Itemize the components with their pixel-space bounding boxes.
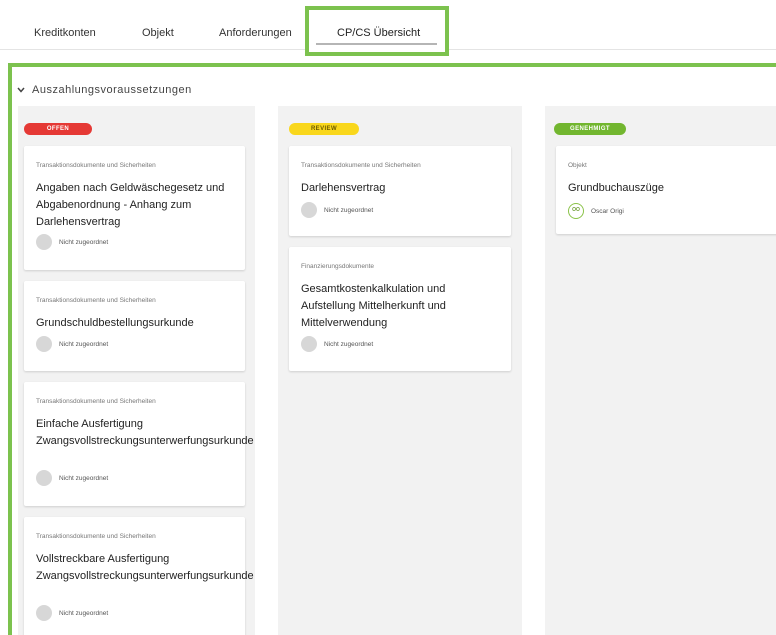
task-card[interactable]: Transaktionsdokumente und Sicherheiten G… — [24, 281, 245, 371]
card-category: Transaktionsdokumente und Sicherheiten — [36, 398, 156, 405]
section-title: Auszahlungsvoraussetzungen — [32, 84, 192, 96]
avatar — [36, 336, 52, 352]
card-title: Vollstreckbare Ausfertigung Zwangsvollst… — [36, 553, 254, 582]
section-toggle[interactable]: Auszahlungsvoraussetzungen — [16, 84, 192, 96]
avatar — [301, 336, 317, 352]
assignee-name: Nicht zugeordnet — [59, 474, 109, 482]
avatar — [36, 234, 52, 250]
assignee: Nicht zugeordnet — [301, 202, 373, 218]
avatar — [36, 605, 52, 621]
task-card[interactable]: Objekt Grundbuchauszüge OO Oscar Origi — [556, 146, 776, 234]
card-title: Grundbuchauszüge — [568, 182, 665, 194]
card-title: Darlehensvertrag — [301, 182, 386, 194]
task-card[interactable]: Transaktionsdokumente und Sicherheiten D… — [289, 146, 511, 236]
avatar — [36, 470, 52, 486]
card-title: Einfache Ausfertigung Zwangsvollstreckun… — [36, 418, 254, 447]
tab-anforderungen[interactable]: Anforderungen — [219, 27, 292, 39]
assignee: Nicht zugeordnet — [36, 234, 108, 250]
assignee-name: Nicht zugeordnet — [59, 238, 109, 246]
assignee-name: Nicht zugeordnet — [59, 340, 109, 348]
task-card[interactable]: Finanzierungsdokumente Gesamtkostenkalku… — [289, 247, 511, 371]
status-badge: REVIEW — [289, 123, 359, 135]
column-genehmigt: GENEHMIGT Objekt Grundbuchauszüge OO Osc… — [545, 106, 776, 635]
assignee-name: Nicht zugeordnet — [324, 206, 374, 214]
status-badge: OFFEN — [24, 123, 92, 135]
card-category: Transaktionsdokumente und Sicherheiten — [301, 162, 421, 169]
task-card[interactable]: Transaktionsdokumente und Sicherheiten E… — [24, 382, 254, 506]
card-category: Finanzierungsdokumente — [301, 263, 374, 270]
status-badge: GENEHMIGT — [554, 123, 626, 135]
chevron-down-icon — [17, 87, 25, 93]
assignee-name: Nicht zugeordnet — [324, 340, 374, 348]
card-category: Transaktionsdokumente und Sicherheiten — [36, 162, 156, 169]
tab-kreditkonten[interactable]: Kreditkonten — [34, 27, 96, 39]
assignee: Nicht zugeordnet — [301, 336, 373, 352]
avatar: OO — [568, 203, 584, 219]
assignee-name: Oscar Origi — [591, 207, 624, 215]
avatar — [301, 202, 317, 218]
card-category: Transaktionsdokumente und Sicherheiten — [36, 297, 156, 304]
column-review: REVIEW Transaktionsdokumente und Sicherh… — [278, 106, 522, 635]
active-tab-indicator — [316, 43, 437, 45]
tab-objekt[interactable]: Objekt — [142, 27, 174, 39]
column-offen: OFFEN Transaktionsdokumente und Sicherhe… — [18, 106, 255, 635]
assignee: Nicht zugeordnet — [36, 336, 108, 352]
card-title: Angaben nach Geldwäschegesetz und Abgabe… — [36, 182, 225, 228]
card-title: Gesamtkostenkalkulation und Aufstellung … — [301, 283, 446, 329]
assignee: Nicht zugeordnet — [36, 470, 108, 486]
card-category: Transaktionsdokumente und Sicherheiten — [36, 533, 156, 540]
assignee: OO Oscar Origi — [568, 203, 624, 219]
card-category: Objekt — [568, 162, 587, 169]
card-title: Grundschuldbestellungsurkunde — [36, 317, 194, 329]
assignee: Nicht zugeordnet — [36, 605, 108, 621]
tab-cpcs-uebersicht[interactable]: CP/CS Übersicht — [337, 27, 420, 39]
assignee-name: Nicht zugeordnet — [59, 609, 109, 617]
task-card[interactable]: Transaktionsdokumente und Sicherheiten V… — [24, 517, 254, 635]
task-card[interactable]: Transaktionsdokumente und Sicherheiten A… — [24, 146, 245, 270]
